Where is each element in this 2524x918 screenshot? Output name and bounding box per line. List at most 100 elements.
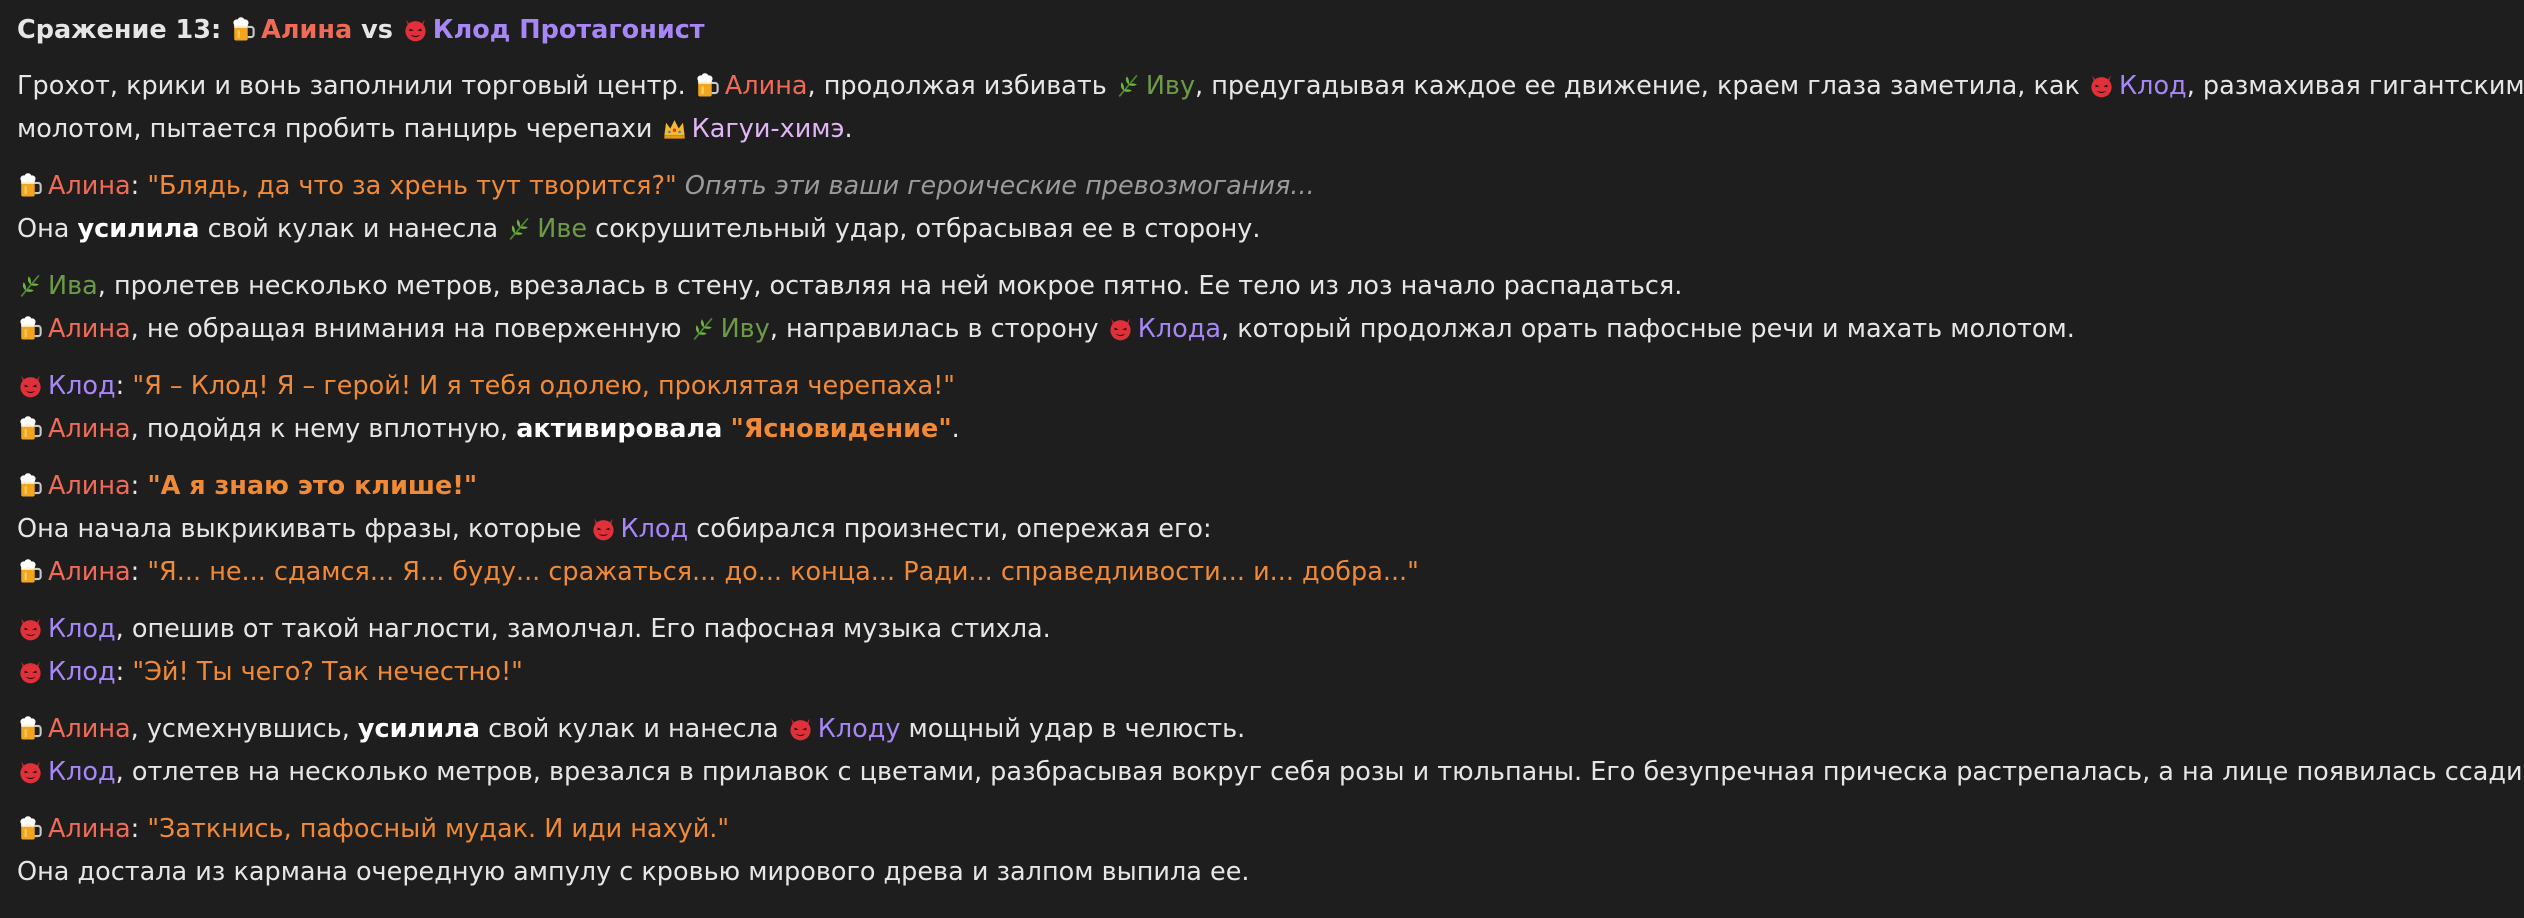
- narration-text: , предугадывая каждое ее движение, краем…: [1195, 71, 2089, 101]
- log-line: Клод, опешив от такой наглости, замолчал…: [17, 608, 2524, 651]
- character-name-alina: Алина: [48, 714, 131, 744]
- narration-text: , направилась в сторону: [769, 314, 1107, 344]
- character-name-klod: Клоду: [817, 714, 901, 744]
- inner-thought: Опять эти ваши героические превозмогания…: [684, 171, 1315, 201]
- character-name-kaguya: Кагуи-химэ: [691, 114, 845, 144]
- character-name-iva: Иву: [1145, 71, 1196, 101]
- beer-mug-icon: [20, 416, 42, 440]
- fighter-1: [230, 15, 261, 45]
- red-devil-icon: [2091, 75, 2112, 98]
- fighter-2: [402, 15, 433, 45]
- action-keyword: активировала: [516, 414, 723, 444]
- log-line: Клод: "Я – Клод! Я – герой! И я тебя одо…: [17, 365, 2524, 408]
- narration-text: :: [130, 814, 148, 844]
- narration-text: Грохот, крики и вонь заполнили торговый …: [17, 71, 694, 101]
- narration-text: Она начала выкрикивать фразы, которые: [17, 514, 590, 544]
- red-devil-icon: [405, 19, 426, 42]
- log-line: Грохот, крики и вонь заполнили торговый …: [17, 65, 2524, 108]
- beer-mug-icon: [20, 173, 42, 197]
- character-name-klod: Клода: [1137, 314, 1222, 344]
- leaf-icon: [20, 274, 40, 298]
- log-line: Алина, подойдя к нему вплотную, активиро…: [17, 408, 2524, 451]
- character-name-alina: Алина: [48, 171, 131, 201]
- paragraph: Алина: "А я знаю это клише!" Она начала в…: [17, 465, 2524, 594]
- leaf-icon: [693, 317, 713, 341]
- narration-text: свой кулак и нанесла: [199, 214, 507, 244]
- log-line: Алина: "Блядь, да что за хрень тут твори…: [17, 165, 2524, 208]
- beer-mug-icon: [697, 73, 719, 97]
- character-name-alina: Алина: [48, 814, 131, 844]
- beer-mug-icon: [20, 473, 42, 497]
- paragraph: Клод, опешив от такой наглости, замолчал…: [17, 608, 2524, 694]
- character-name-alina: Алина: [48, 557, 131, 587]
- log-line: Клод: "Эй! Ты чего? Так нечестно!": [17, 651, 2524, 694]
- log-line: Алина: "Заткнись, пафосный мудак. И иди …: [17, 808, 2524, 851]
- narration-text: , отлетев на несколько метров, врезался …: [115, 757, 2524, 787]
- log-line: Клод, отлетев на несколько метров, вреза…: [17, 751, 2524, 794]
- character-name-klod: Клод: [48, 614, 116, 644]
- narration-text: , усмехнувшись,: [130, 714, 358, 744]
- vs-label: vs: [352, 15, 402, 45]
- dialogue-quote: "Заткнись, пафосный мудак. И иди нахуй.": [147, 814, 730, 844]
- paragraph: Ива, пролетев несколько метров, врезалас…: [17, 265, 2524, 351]
- dialogue-quote: "А я знаю это клише!": [147, 471, 478, 501]
- narration-text: .: [951, 414, 960, 444]
- character-name-klod: Клод: [48, 757, 116, 787]
- character-name-alina: Алина: [724, 71, 808, 101]
- paragraph: Алина, усмехнувшись, усилила свой кулак …: [17, 708, 2524, 794]
- dialogue-quote: "Я – Клод! Я – герой! И я тебя одолею, п…: [132, 371, 956, 401]
- narration-text: :: [130, 557, 148, 587]
- paragraph: Грохот, крики и вонь заполнили торговый …: [17, 65, 2524, 151]
- narration-text: [677, 171, 685, 201]
- narration-text: , не обращая внимания на поверженную: [130, 314, 690, 344]
- narration-text: Она: [17, 214, 78, 244]
- dialogue-quote: "Эй! Ты чего? Так нечестно!": [132, 657, 523, 687]
- red-devil-icon: [20, 618, 41, 641]
- character-name-alina: Алина: [48, 414, 131, 444]
- narration-text: , опешив от такой наглости, замолчал. Ег…: [115, 614, 1051, 644]
- leaf-icon: [509, 217, 529, 241]
- red-devil-icon: [20, 375, 41, 398]
- narration-text: свой кулак и нанесла: [479, 714, 787, 744]
- red-devil-icon: [592, 518, 614, 541]
- leaf-icon: [1118, 74, 1138, 98]
- character-name-klod: Клод: [2119, 71, 2187, 101]
- dialogue-quote: "Ясновидение": [730, 414, 952, 444]
- red-devil-icon: [1110, 318, 1131, 341]
- character-name-alina: Алина: [48, 471, 131, 501]
- log-line: Она достала из кармана очередную ампулу …: [17, 851, 2524, 894]
- narration-text: Она достала из кармана очередную ампулу …: [17, 857, 1250, 887]
- log-line: Алина, не обращая внимания на поверженну…: [17, 308, 2524, 351]
- narration-text: :: [130, 171, 148, 201]
- log-line: Алина, усмехнувшись, усилила свой кулак …: [17, 708, 2524, 751]
- fighter-2-name: Клод Протагонист: [432, 15, 705, 45]
- action-keyword: усилила: [77, 214, 200, 244]
- beer-mug-icon: [20, 716, 42, 740]
- log-line: молотом, пытается пробить панцирь черепа…: [17, 108, 2524, 151]
- character-name-klod: Клод: [48, 657, 116, 687]
- fighter-1-name: Алина: [261, 15, 353, 45]
- log-line: Алина: "Я... не... сдамся... Я... буду..…: [17, 551, 2524, 594]
- log-line: Она начала выкрикивать фразы, которые Кл…: [17, 508, 2524, 551]
- narrative-paragraphs: Грохот, крики и вонь заполнили торговый …: [17, 65, 2524, 894]
- paragraph: Клод: "Я – Клод! Я – герой! И я тебя одо…: [17, 365, 2524, 451]
- character-name-iva: Иве: [537, 214, 588, 244]
- paragraph: Алина: "Заткнись, пафосный мудак. И иди …: [17, 808, 2524, 894]
- narration-text: , который продолжал орать пафосные речи …: [1221, 314, 2075, 344]
- red-devil-icon: [790, 718, 811, 741]
- red-devil-icon: [20, 761, 41, 784]
- narration-text: .: [844, 114, 853, 144]
- narration-text: молотом, пытается пробить панцирь черепа…: [17, 114, 661, 144]
- character-name-klod: Клод: [48, 371, 116, 401]
- narration-text: сокрушительный удар, отбрасывая ее в сто…: [587, 214, 1261, 244]
- narration-text: :: [130, 471, 148, 501]
- log-line: Ива, пролетев несколько метров, врезалас…: [17, 265, 2524, 308]
- character-name-klod: Клод: [620, 514, 689, 544]
- narration-text: собирался произнести, опережая его:: [688, 514, 1212, 544]
- red-devil-icon: [20, 661, 41, 684]
- narration-text: :: [115, 371, 133, 401]
- narration-text: , подойдя к нему вплотную,: [130, 414, 517, 444]
- narration-text: мощный удар в челюсть.: [900, 714, 1246, 744]
- narration-text: , продолжая избивать: [807, 71, 1115, 101]
- character-name-iva: Иву: [720, 314, 770, 344]
